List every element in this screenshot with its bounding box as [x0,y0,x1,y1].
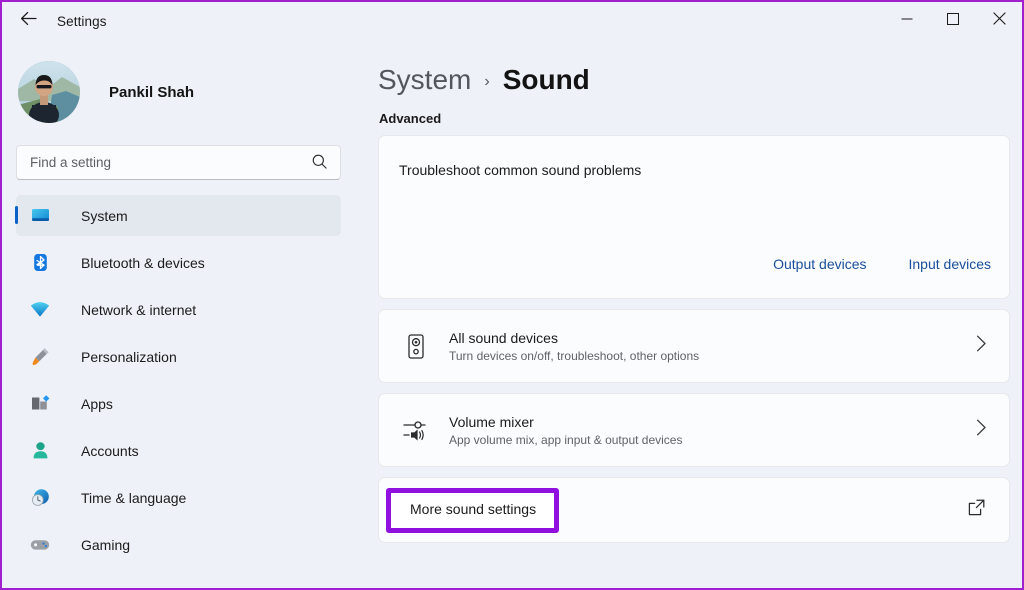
external-link-icon [967,498,986,522]
troubleshoot-card: Troubleshoot common sound problems Outpu… [378,135,1010,299]
user-avatar-photo [18,61,80,123]
volume-mixer-icon [395,418,437,442]
sidebar-item-personalization[interactable]: Personalization [16,336,341,377]
sidebar-item-label: Network & internet [81,302,196,318]
avatar [18,61,80,123]
all-sound-devices-row[interactable]: All sound devices Turn devices on/off, t… [378,309,1010,383]
search-input[interactable] [17,155,297,170]
paintbrush-icon [30,347,50,367]
title-bar: Settings [2,2,1022,40]
user-profile[interactable]: Pankil Shah [16,61,354,123]
sidebar: Pankil Shah [2,40,354,590]
sidebar-item-label: Time & language [81,490,186,506]
sidebar-item-label: Accounts [81,443,139,459]
speaker-icon [395,334,437,359]
back-button[interactable] [11,6,45,36]
chevron-right-icon [976,335,987,357]
person-icon [30,441,50,461]
close-button[interactable] [976,2,1022,40]
window-controls [884,2,1022,40]
row-subtitle: App volume mix, app input & output devic… [449,433,682,447]
main-content: System › Sound Advanced Troubleshoot com… [354,40,1024,590]
maximize-icon [947,12,959,30]
sidebar-item-label: Apps [81,396,113,412]
row-subtitle: Turn devices on/off, troubleshoot, other… [449,349,699,363]
system-monitor-icon [30,206,50,226]
row-text: Volume mixer App volume mix, app input &… [449,413,682,448]
breadcrumb-separator: › [484,73,489,91]
sidebar-item-label: Personalization [81,349,177,365]
sidebar-item-apps[interactable]: Apps [16,383,341,424]
section-label-advanced: Advanced [379,111,1024,126]
sidebar-item-time-language[interactable]: Time & language [16,477,341,518]
back-arrow-icon [20,11,37,31]
wifi-icon [30,300,50,320]
volume-mixer-row[interactable]: Volume mixer App volume mix, app input &… [378,393,1010,467]
sidebar-item-label: System [81,208,128,224]
search-icon [312,154,327,174]
bluetooth-icon [30,253,50,273]
output-devices-link[interactable]: Output devices [773,256,866,272]
gamepad-icon [30,535,50,555]
troubleshoot-links: Output devices Input devices [773,256,991,272]
profile-name: Pankil Shah [109,84,194,101]
sidebar-nav: System Bluetooth & devices [16,195,341,565]
sidebar-item-system[interactable]: System [16,195,341,236]
clock-globe-icon [30,488,50,508]
more-sound-settings-label: More sound settings [410,501,536,517]
sidebar-item-gaming[interactable]: Gaming [16,524,341,565]
search-box[interactable] [16,145,341,180]
minimize-icon [901,12,913,30]
breadcrumb: System › Sound [378,64,1024,96]
input-devices-link[interactable]: Input devices [909,256,992,272]
highlight-annotation: More sound settings [386,488,559,533]
settings-window: Settings [0,0,1024,590]
app-title: Settings [57,14,107,29]
sidebar-item-label: Gaming [81,537,130,553]
close-icon [993,12,1006,30]
minimize-button[interactable] [884,2,930,40]
maximize-button[interactable] [930,2,976,40]
troubleshoot-title: Troubleshoot common sound problems [399,162,641,178]
sidebar-item-label: Bluetooth & devices [81,255,205,271]
row-text: All sound devices Turn devices on/off, t… [449,329,699,364]
sidebar-item-accounts[interactable]: Accounts [16,430,341,471]
row-title: Volume mixer [449,413,682,432]
breadcrumb-parent[interactable]: System [378,64,471,96]
page-title: Sound [503,64,590,96]
sidebar-item-bluetooth-devices[interactable]: Bluetooth & devices [16,242,341,283]
apps-grid-icon [30,394,50,414]
sidebar-item-network-internet[interactable]: Network & internet [16,289,341,330]
row-title: All sound devices [449,329,699,348]
more-sound-settings-row[interactable]: More sound settings [378,477,1010,543]
chevron-right-icon [976,419,987,441]
